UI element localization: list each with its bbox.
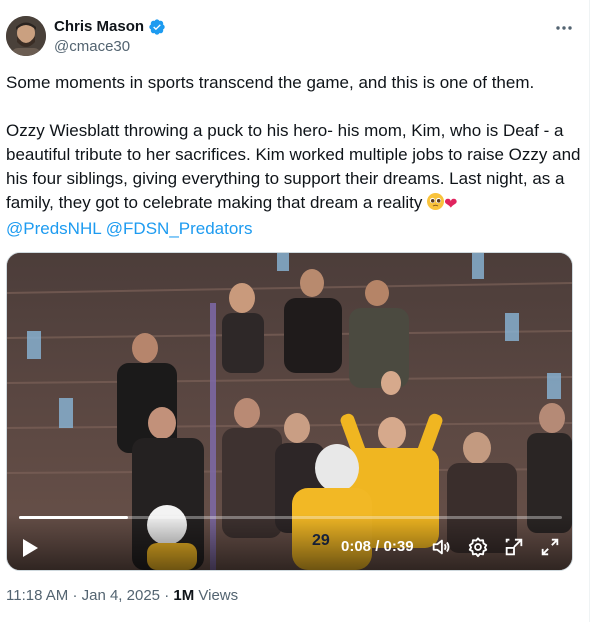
author-display-name[interactable]: Chris Mason (54, 17, 144, 37)
settings-icon[interactable] (467, 536, 489, 558)
avatar-image (6, 16, 46, 56)
mention-link-fdsn-predators[interactable]: @FDSN_Predators (106, 219, 253, 238)
video-progress-fill (19, 516, 128, 519)
tweet-paragraph-2-text: Ozzy Wiesblatt throwing a puck to his he… (6, 121, 581, 212)
tweet-date[interactable]: Jan 4, 2025 (82, 587, 160, 604)
avatar[interactable] (6, 16, 46, 56)
tweet-paragraph-1: Some moments in sports transcend the gam… (6, 73, 535, 92)
video-time-separator: / (375, 538, 380, 555)
tweet-paragraph-2: Ozzy Wiesblatt throwing a puck to his he… (6, 119, 581, 241)
red-heart-emoji-icon: ❤ (444, 196, 458, 213)
meta-separator: · (72, 587, 78, 604)
video-time: 0:08 / 0:39 (341, 537, 414, 557)
tweet-text: Some moments in sports transcend the gam… (6, 71, 581, 241)
author-name-row: Chris Mason (54, 17, 166, 37)
meta-separator: · (164, 587, 170, 604)
author-handle[interactable]: @cmace30 (54, 37, 130, 57)
fullscreen-icon[interactable] (539, 536, 561, 558)
tweet-meta: 11:18 AM · Jan 4, 2025 · 1M Views (6, 586, 238, 606)
video-current-time: 0:08 (341, 538, 372, 555)
views-count: 1M (173, 587, 195, 604)
pleading-face-emoji-icon (427, 193, 445, 210)
tweet-card: Chris Mason @cmace30 Some moments in spo… (0, 0, 590, 622)
pip-icon[interactable] (503, 536, 525, 558)
video-player[interactable]: 29 0:08 / 0:39 (6, 252, 573, 571)
video-duration: 0:39 (383, 538, 414, 555)
more-options-icon[interactable] (552, 18, 576, 38)
volume-icon[interactable] (430, 536, 452, 558)
verified-badge-icon (148, 18, 166, 36)
play-icon[interactable] (21, 538, 39, 558)
video-progress-bar[interactable] (19, 516, 562, 519)
tweet-time[interactable]: 11:18 AM (6, 587, 68, 604)
mention-link-predsnhl[interactable]: @PredsNHL (6, 219, 101, 238)
views-label: Views (198, 587, 239, 604)
